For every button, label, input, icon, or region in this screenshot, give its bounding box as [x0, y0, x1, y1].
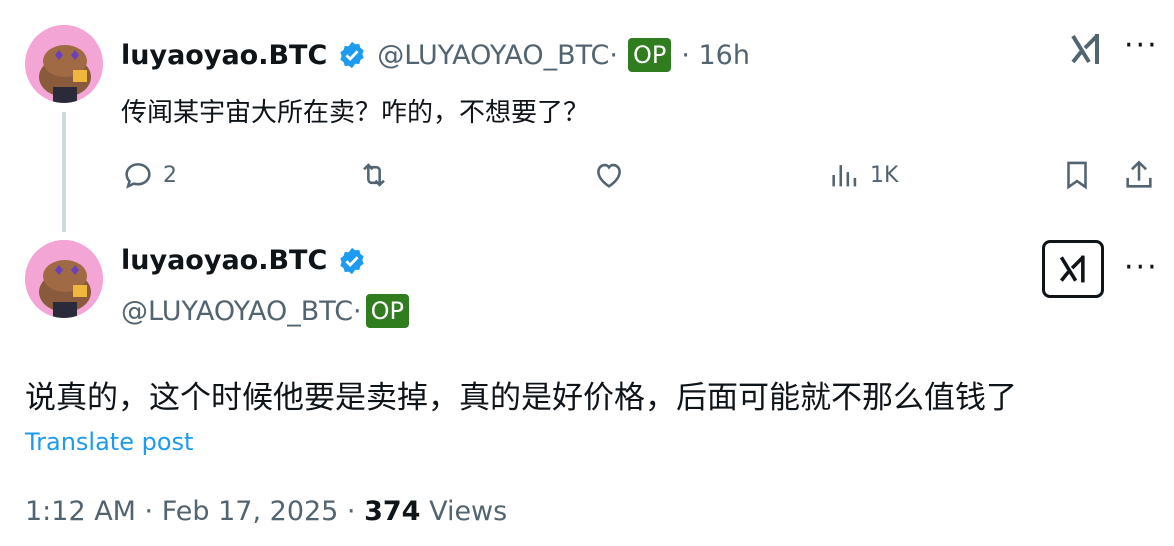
retweet-button[interactable] [357, 158, 391, 192]
tweet2-name-row: luyaoyao.BTC [121, 245, 367, 276]
tweet-text: 说真的，这个时候他要是卖掉，真的是好价格，后面可能就不那么值钱了 [25, 380, 1017, 416]
more-icon[interactable]: ··· [1124, 28, 1159, 63]
more-icon[interactable]: ··· [1124, 250, 1159, 285]
thread-line [62, 112, 66, 232]
display-name[interactable]: luyaoyao.BTC [121, 245, 327, 276]
grok-icon[interactable] [1067, 30, 1105, 77]
op-badge: OP [627, 38, 672, 72]
share-button[interactable] [1122, 158, 1156, 192]
views-count: 374 [364, 496, 421, 527]
reply-icon [125, 163, 151, 189]
translate-link[interactable]: Translate post [25, 428, 193, 456]
retweet-icon [363, 163, 385, 187]
reply-count: 2 [163, 162, 177, 188]
like-button[interactable] [592, 158, 626, 192]
bookmark-icon [1067, 161, 1087, 190]
like-icon [597, 163, 621, 188]
grok-icon[interactable] [1042, 240, 1104, 298]
avatar[interactable] [25, 25, 103, 103]
views-count: 1K [870, 162, 899, 188]
verified-icon [340, 41, 364, 69]
verified-icon [340, 247, 364, 274]
tweet-text: 传闻某宇宙大所在卖？咋的，不想要了？ [121, 98, 590, 128]
relative-time[interactable]: · 16h [681, 40, 750, 71]
tweet2-handle-row: @LUYAOYAO_BTC· OP [121, 294, 410, 328]
bookmark-button[interactable] [1060, 158, 1094, 192]
handle[interactable]: @LUYAOYAO_BTC· [121, 296, 362, 327]
op-badge: OP [365, 294, 410, 328]
views-label: Views [420, 496, 508, 527]
avatar[interactable] [25, 240, 103, 318]
display-name[interactable]: luyaoyao.BTC [121, 40, 327, 71]
views-icon [832, 165, 857, 187]
share-icon [1126, 160, 1152, 188]
tweet1-header: luyaoyao.BTC @LUYAOYAO_BTC· OP · 16h [121, 38, 750, 72]
reply-button[interactable]: 2 [121, 158, 177, 192]
timestamp[interactable]: 1:12 AM · Feb 17, 2025 · [25, 496, 364, 527]
tweet-meta: 1:12 AM · Feb 17, 2025 · 374 Views [25, 496, 507, 527]
handle[interactable]: @LUYAOYAO_BTC· [377, 40, 618, 71]
views-button[interactable]: 1K [828, 158, 898, 192]
